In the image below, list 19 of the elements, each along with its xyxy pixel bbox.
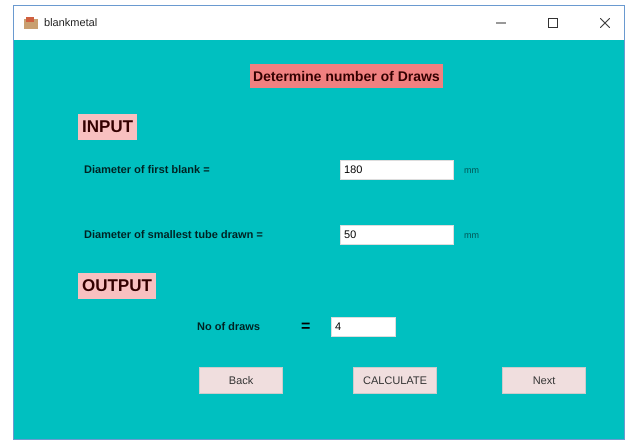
field-label: No of draws bbox=[197, 321, 261, 333]
action-button[interactable]: Back bbox=[199, 367, 283, 394]
action-button[interactable]: Next bbox=[502, 367, 586, 394]
field-label: Diameter of smallest tube drawn = bbox=[84, 229, 264, 241]
close-icon[interactable] bbox=[600, 18, 610, 28]
unit-label: mm bbox=[464, 165, 479, 175]
window-title: blankmetal bbox=[44, 17, 98, 29]
input-field[interactable]: 180 bbox=[340, 160, 454, 180]
maximize-icon[interactable] bbox=[548, 18, 558, 28]
app-icon bbox=[24, 17, 38, 29]
output-field[interactable]: 4 bbox=[331, 317, 396, 337]
action-button[interactable]: CALCULATE bbox=[353, 367, 437, 394]
form-heading: Determine number of Draws bbox=[250, 64, 443, 88]
section-title: OUTPUT bbox=[78, 273, 156, 299]
unit-label: mm bbox=[464, 230, 479, 240]
equals-sign: = bbox=[301, 318, 312, 336]
section-title: INPUT bbox=[78, 114, 137, 140]
input-field[interactable]: 50 bbox=[340, 225, 454, 245]
field-label: Diameter of first blank = bbox=[84, 164, 211, 176]
